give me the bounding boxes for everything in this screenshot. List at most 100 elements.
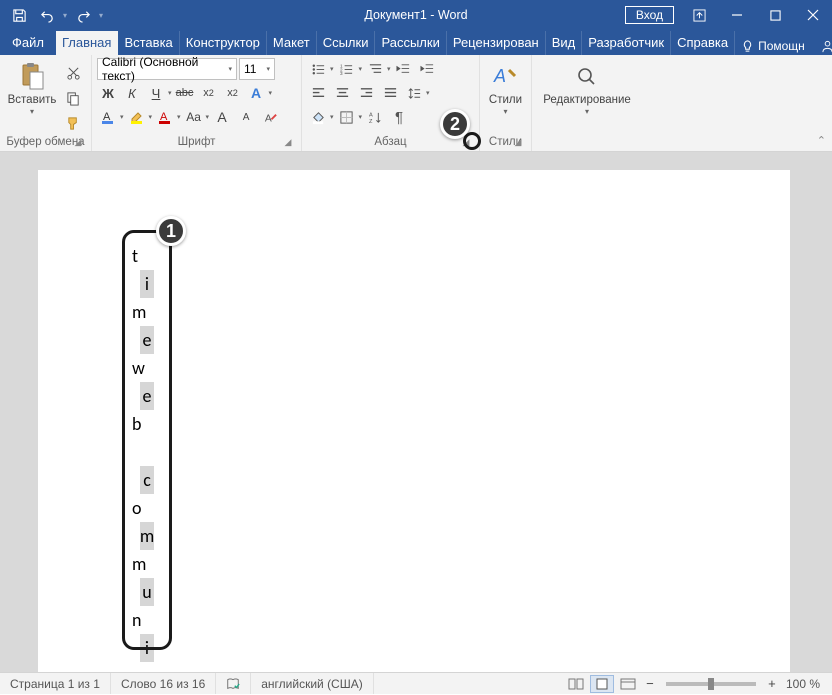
- signin-button[interactable]: Вход: [625, 6, 674, 24]
- highlight-icon: [129, 109, 145, 125]
- font-size-combo[interactable]: 11 ▾: [239, 58, 275, 80]
- chevron-down-icon: ▾: [266, 65, 270, 73]
- undo-button[interactable]: [34, 2, 60, 28]
- save-button[interactable]: [6, 2, 32, 28]
- svg-text:3: 3: [340, 71, 343, 76]
- chevron-down-icon: ▾: [503, 107, 507, 116]
- svg-text:A: A: [251, 85, 261, 101]
- ribbon: Вставить ▾ Буфер обмена ◢: [0, 55, 832, 152]
- numbering-button[interactable]: 123: [336, 58, 358, 80]
- styles-button[interactable]: A Стили ▾: [485, 58, 526, 116]
- strikethrough-button[interactable]: abc: [174, 82, 196, 104]
- tab-references[interactable]: Ссылки: [317, 31, 376, 55]
- scissors-icon: [66, 66, 81, 81]
- word-count[interactable]: Слово 16 из 16: [111, 673, 216, 694]
- tell-me[interactable]: Помощн: [735, 37, 811, 55]
- close-button[interactable]: [794, 0, 832, 30]
- shading-button[interactable]: [307, 106, 329, 128]
- language-indicator[interactable]: английский (США): [251, 673, 373, 694]
- text-effects-button[interactable]: A: [246, 82, 268, 104]
- dialog-launcher[interactable]: ◢: [72, 136, 84, 148]
- zoom-slider[interactable]: [666, 682, 756, 686]
- borders-icon: [339, 110, 354, 125]
- page-indicator[interactable]: Страница 1 из 1: [0, 673, 111, 694]
- font-color-button[interactable]: A: [97, 106, 119, 128]
- zoom-out-button[interactable]: −: [642, 673, 658, 695]
- format-painter-button[interactable]: [62, 112, 84, 134]
- brush-icon: [66, 116, 81, 131]
- subscript-button[interactable]: x2: [198, 82, 220, 104]
- zoom-in-button[interactable]: +: [764, 673, 780, 695]
- dialog-launcher[interactable]: ◢: [282, 136, 294, 148]
- outdent-icon: [396, 62, 411, 77]
- line-spacing-button[interactable]: [403, 82, 425, 104]
- ribbon-display-options[interactable]: [680, 0, 718, 30]
- underline-button[interactable]: Ч: [145, 82, 167, 104]
- web-layout-button[interactable]: [616, 675, 640, 693]
- editing-button[interactable]: Редактирование ▾: [537, 58, 637, 116]
- annotation-circle-2: [463, 132, 481, 150]
- read-mode-button[interactable]: [564, 675, 588, 693]
- copy-button[interactable]: [62, 87, 84, 109]
- tab-mailings[interactable]: Рассылки: [375, 31, 446, 55]
- tab-review[interactable]: Рецензирован: [447, 31, 546, 55]
- undo-dropdown[interactable]: ▾: [63, 11, 67, 20]
- share-button[interactable]: Поделиться: [815, 37, 832, 55]
- spacing-icon: [407, 86, 422, 101]
- dialog-launcher[interactable]: ◢: [512, 136, 524, 148]
- multilevel-icon: [368, 62, 383, 77]
- italic-button[interactable]: К: [121, 82, 143, 104]
- borders-button[interactable]: [336, 106, 358, 128]
- group-font: Calibri (Основной текст) ▾ 11 ▾ Ж К Ч ▾ a…: [92, 55, 302, 151]
- show-marks-button[interactable]: ¶: [388, 106, 410, 128]
- grow-font-button[interactable]: A: [211, 106, 233, 128]
- maximize-button[interactable]: [756, 0, 794, 30]
- align-center-button[interactable]: [331, 82, 353, 104]
- lightbulb-icon: [741, 40, 754, 53]
- tab-design[interactable]: Конструктор: [180, 31, 267, 55]
- clear-formatting-button[interactable]: A: [259, 106, 281, 128]
- print-layout-button[interactable]: [590, 675, 614, 693]
- decrease-indent-button[interactable]: [393, 58, 415, 80]
- sort-button[interactable]: AZ: [364, 106, 386, 128]
- increase-indent-button[interactable]: [417, 58, 439, 80]
- annotation-badge-2: 2: [440, 109, 470, 139]
- quick-access-toolbar: ▾ ▾: [0, 2, 104, 28]
- redo-button[interactable]: [70, 2, 96, 28]
- tab-view[interactable]: Вид: [546, 31, 583, 55]
- tab-help[interactable]: Справка: [671, 31, 735, 55]
- highlight-button[interactable]: [126, 106, 148, 128]
- spellcheck-status[interactable]: [216, 673, 251, 694]
- cut-button[interactable]: [62, 62, 84, 84]
- tab-layout[interactable]: Макет: [267, 31, 317, 55]
- bold-button[interactable]: Ж: [97, 82, 119, 104]
- tab-developer[interactable]: Разработчик: [582, 31, 671, 55]
- title-bar: ▾ ▾ Документ1 - Word Вход: [0, 0, 832, 30]
- paste-button[interactable]: Вставить ▾: [5, 58, 59, 116]
- collapse-ribbon[interactable]: ⌃: [817, 134, 826, 147]
- person-icon: [821, 40, 832, 53]
- superscript-button[interactable]: x2: [222, 82, 244, 104]
- qat-customize[interactable]: ▾: [99, 11, 103, 20]
- font-color2-button[interactable]: A: [154, 106, 176, 128]
- align-left-button[interactable]: [307, 82, 329, 104]
- font-name-combo[interactable]: Calibri (Основной текст) ▾: [97, 58, 237, 80]
- title-right: Вход: [625, 0, 832, 30]
- group-label: Буфер обмена ◢: [5, 134, 86, 151]
- change-case-button[interactable]: Aa: [183, 106, 205, 128]
- group-clipboard: Вставить ▾ Буфер обмена ◢: [0, 55, 92, 151]
- group-label: Стили ◢: [485, 134, 526, 151]
- svg-text:Z: Z: [368, 119, 372, 125]
- tab-file[interactable]: Файл: [0, 31, 56, 55]
- shrink-font-button[interactable]: A: [235, 106, 257, 128]
- multilevel-button[interactable]: [364, 58, 386, 80]
- group-styles: A Стили ▾ Стили ◢: [480, 55, 532, 151]
- zoom-level[interactable]: 100 %: [782, 677, 824, 691]
- bullets-button[interactable]: [307, 58, 329, 80]
- align-right-button[interactable]: [355, 82, 377, 104]
- tab-insert[interactable]: Вставка: [118, 31, 179, 55]
- minimize-button[interactable]: [718, 0, 756, 30]
- bucket-icon: [311, 110, 326, 125]
- justify-button[interactable]: [379, 82, 401, 104]
- tab-home[interactable]: Главная: [56, 31, 118, 55]
